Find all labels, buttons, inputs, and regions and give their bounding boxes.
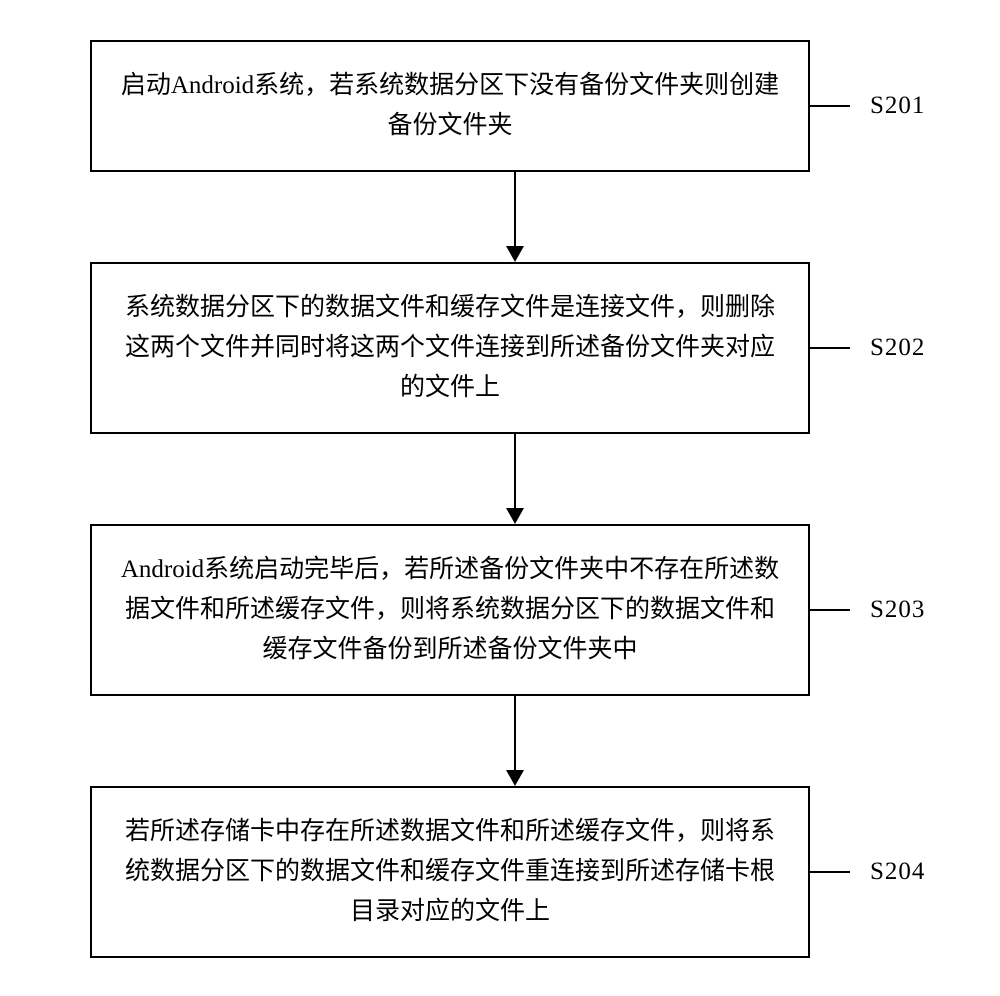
arrow-1 xyxy=(155,172,875,262)
arrow-head-icon xyxy=(506,508,524,524)
step-box-3: Android系统启动完毕后，若所述备份文件夹中不存在所述数据文件和所述缓存文件… xyxy=(90,524,810,696)
step-text-2: 系统数据分区下的数据文件和缓存文件是连接文件，则删除这两个文件并同时将这两个文件… xyxy=(120,288,780,408)
arrow-line-3 xyxy=(514,696,516,770)
arrow-head-icon xyxy=(506,770,524,786)
step-row-2: 系统数据分区下的数据文件和缓存文件是连接文件，则删除这两个文件并同时将这两个文件… xyxy=(60,262,940,434)
step-label-3: S203 xyxy=(870,596,925,624)
step-box-1: 启动Android系统，若系统数据分区下没有备份文件夹则创建备份文件夹 xyxy=(90,40,810,172)
step-label-1: S201 xyxy=(870,92,925,120)
arrow-head-icon xyxy=(506,246,524,262)
step-row-1: 启动Android系统，若系统数据分区下没有备份文件夹则创建备份文件夹 S201 xyxy=(60,40,940,172)
step-label-4: S204 xyxy=(870,858,925,886)
arrow-line-1 xyxy=(514,172,516,246)
connector-line-3 xyxy=(810,609,850,611)
connector-line-4 xyxy=(810,871,850,873)
step-box-4: 若所述存储卡中存在所述数据文件和所述缓存文件，则将系统数据分区下的数据文件和缓存… xyxy=(90,786,810,958)
step-row-4: 若所述存储卡中存在所述数据文件和所述缓存文件，则将系统数据分区下的数据文件和缓存… xyxy=(60,786,940,958)
connector-line-1 xyxy=(810,105,850,107)
flowchart-container: 启动Android系统，若系统数据分区下没有备份文件夹则创建备份文件夹 S201… xyxy=(60,40,940,958)
step-label-2: S202 xyxy=(870,334,925,362)
connector-line-2 xyxy=(810,347,850,349)
arrow-3 xyxy=(155,696,875,786)
arrow-line-2 xyxy=(514,434,516,508)
step-text-4: 若所述存储卡中存在所述数据文件和所述缓存文件，则将系统数据分区下的数据文件和缓存… xyxy=(120,812,780,932)
arrow-2 xyxy=(155,434,875,524)
step-text-3: Android系统启动完毕后，若所述备份文件夹中不存在所述数据文件和所述缓存文件… xyxy=(120,550,780,670)
step-box-2: 系统数据分区下的数据文件和缓存文件是连接文件，则删除这两个文件并同时将这两个文件… xyxy=(90,262,810,434)
step-text-1: 启动Android系统，若系统数据分区下没有备份文件夹则创建备份文件夹 xyxy=(120,66,780,146)
step-row-3: Android系统启动完毕后，若所述备份文件夹中不存在所述数据文件和所述缓存文件… xyxy=(60,524,940,696)
